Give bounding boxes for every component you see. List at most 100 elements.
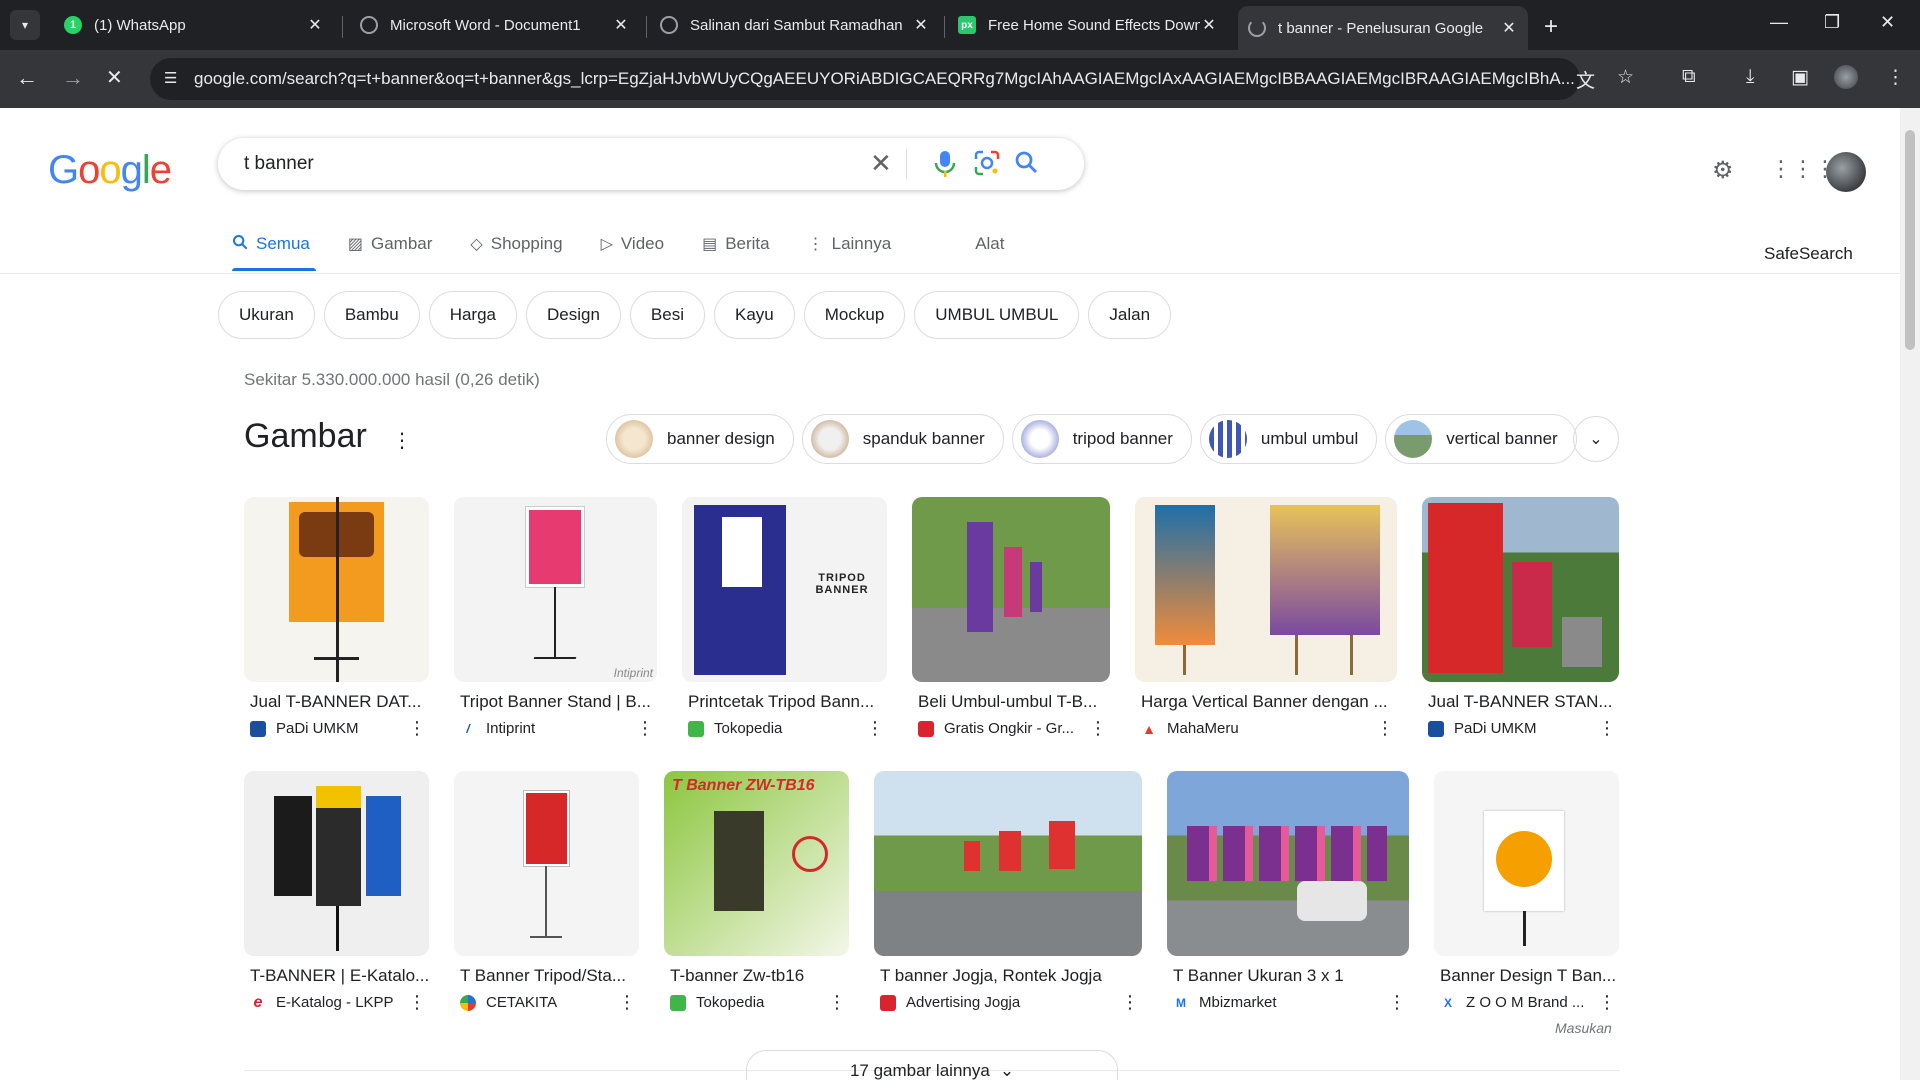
result-thumbnail[interactable] — [244, 497, 429, 682]
close-window-icon[interactable]: ✕ — [1880, 12, 1895, 33]
related-chip[interactable]: umbul umbul — [1199, 414, 1378, 464]
clear-icon[interactable]: ✕ — [870, 148, 892, 179]
google-logo[interactable]: Google — [48, 148, 172, 193]
result-title[interactable]: T banner Jogja, Rontek Jogja — [874, 966, 1142, 986]
url-text[interactable]: google.com/search?q=t+banner&oq=t+banner… — [194, 69, 1580, 89]
chip-jalan[interactable]: Jalan — [1088, 291, 1172, 339]
image-result[interactable]: T Banner Ukuran 3 x 1 M Mbizmarket ⋮ — [1167, 771, 1409, 1013]
browser-tab[interactable]: Salinan dari Sambut Ramadhan ✕ — [650, 6, 940, 44]
bookmark-star-icon[interactable]: ☆ — [1617, 66, 1634, 89]
result-title[interactable]: Harga Vertical Banner dengan ... — [1135, 692, 1397, 712]
expand-related-button[interactable]: ⌄ — [1573, 416, 1619, 462]
chip-besi[interactable]: Besi — [629, 291, 705, 339]
image-result[interactable]: T-BANNER | E-Katalo... e E-Katalog - LKP… — [244, 771, 429, 1013]
search-input[interactable]: t banner — [244, 153, 314, 175]
more-vert-icon[interactable]: ⋮ — [1387, 992, 1407, 1013]
close-tab-icon[interactable]: ✕ — [612, 15, 630, 35]
search-box[interactable]: t banner ✕ — [218, 138, 1084, 190]
result-title[interactable]: Jual T-BANNER STAN... — [1422, 692, 1619, 712]
more-vert-icon[interactable]: ⋮ — [407, 992, 427, 1013]
result-thumbnail[interactable] — [1422, 497, 1619, 682]
result-thumbnail[interactable]: T Banner ZW-TB16 — [664, 771, 849, 956]
image-result[interactable]: Harga Vertical Banner dengan ... ▲ MahaM… — [1135, 497, 1397, 739]
back-arrow-icon[interactable]: ← — [16, 65, 38, 91]
search-icon[interactable] — [1014, 150, 1038, 181]
result-title[interactable]: Banner Design T Ban... — [1434, 966, 1619, 986]
more-vert-icon[interactable]: ⋮ — [407, 718, 427, 739]
voice-search-icon[interactable] — [934, 150, 956, 185]
result-title[interactable]: T Banner Ukuran 3 x 1 — [1167, 966, 1409, 986]
result-title[interactable]: Tripot Banner Stand | B... — [454, 692, 657, 712]
close-tab-icon[interactable]: ✕ — [306, 15, 324, 35]
tab-news[interactable]: ▤ Berita — [702, 232, 770, 256]
chip-kayu[interactable]: Kayu — [714, 291, 795, 339]
chip-mockup[interactable]: Mockup — [803, 291, 906, 339]
result-thumbnail[interactable] — [244, 771, 429, 956]
image-result[interactable]: TRIPOD BANNER Printcetak Tripod Bann... T… — [682, 497, 887, 739]
image-result[interactable]: Jual T-BANNER DAT... PaDi UMKM ⋮ — [244, 497, 429, 739]
forward-arrow-icon[interactable]: → — [62, 65, 84, 91]
tab-search-button[interactable]: ▾ — [10, 10, 40, 40]
browser-tab-active[interactable]: t banner - Penelusuran Google ✕ — [1238, 6, 1528, 50]
result-title[interactable]: Jual T-BANNER DAT... — [244, 692, 429, 712]
browser-tab[interactable]: 1 (1) WhatsApp ✕ — [54, 6, 334, 44]
image-result[interactable]: T Banner Tripod/Sta... CETAKITA ⋮ — [454, 771, 639, 1013]
more-vert-icon[interactable]: ⋮ — [1597, 718, 1617, 739]
image-result[interactable]: Beli Umbul-umbul T-B... Gratis Ongkir - … — [912, 497, 1110, 739]
more-vert-icon[interactable]: ⋮ — [392, 428, 412, 453]
feedback-link[interactable]: Masukan — [1555, 1020, 1612, 1036]
more-vert-icon[interactable]: ⋮ — [635, 718, 655, 739]
lens-icon[interactable] — [974, 150, 1000, 183]
safesearch-button[interactable]: SafeSearch — [1764, 244, 1853, 264]
side-panel-icon[interactable]: ▣ — [1791, 66, 1809, 89]
image-result[interactable]: T banner Jogja, Rontek Jogja Advertising… — [874, 771, 1142, 1013]
extensions-icon[interactable]: ⧉ — [1682, 66, 1696, 88]
result-thumbnail[interactable]: Intiprint — [454, 497, 657, 682]
result-thumbnail[interactable] — [874, 771, 1142, 956]
chip-design[interactable]: Design — [526, 291, 621, 339]
tab-tools[interactable]: Alat — [975, 232, 1004, 256]
result-title[interactable]: Beli Umbul-umbul T-B... — [912, 692, 1110, 712]
translate-icon[interactable]: 文 — [1576, 66, 1595, 93]
more-vert-icon[interactable]: ⋮ — [827, 992, 847, 1013]
more-vert-icon[interactable]: ⋮ — [617, 992, 637, 1013]
more-vert-icon[interactable]: ⋮ — [865, 718, 885, 739]
image-result[interactable]: Intiprint Tripot Banner Stand | B... / I… — [454, 497, 657, 739]
close-tab-icon[interactable]: ✕ — [912, 15, 930, 35]
scrollbar-thumb[interactable] — [1905, 130, 1915, 350]
chip-harga[interactable]: Harga — [428, 291, 517, 339]
tab-images[interactable]: ▨ Gambar — [348, 232, 433, 256]
address-bar[interactable]: ☰ google.com/search?q=t+banner&oq=t+bann… — [150, 58, 1580, 100]
new-tab-icon[interactable]: + — [1544, 13, 1558, 41]
more-vert-icon[interactable]: ⋮ — [1088, 718, 1108, 739]
more-vert-icon[interactable]: ⋮ — [1120, 992, 1140, 1013]
browser-tab[interactable]: px Free Home Sound Effects Down ✕ — [948, 6, 1228, 44]
related-chip[interactable]: spanduk banner — [801, 414, 1004, 464]
download-icon[interactable]: ⤓ — [1746, 66, 1754, 88]
stop-loading-icon[interactable]: ✕ — [106, 65, 123, 90]
image-result[interactable]: T Banner ZW-TB16 T-banner Zw-tb16 Tokope… — [664, 771, 849, 1013]
result-title[interactable]: T-banner Zw-tb16 — [664, 966, 849, 986]
close-tab-icon[interactable]: ✕ — [1500, 18, 1518, 38]
result-thumbnail[interactable] — [1135, 497, 1397, 682]
related-chip[interactable]: tripod banner — [1011, 414, 1192, 464]
chip-bambu[interactable]: Bambu — [323, 291, 420, 339]
more-vert-icon[interactable]: ⋮ — [1375, 718, 1395, 739]
result-thumbnail[interactable] — [1434, 771, 1619, 956]
scrollbar[interactable] — [1900, 108, 1920, 1080]
related-chip[interactable]: banner design — [606, 414, 794, 464]
tab-all[interactable]: Semua — [232, 232, 310, 256]
settings-gear-icon[interactable]: ⚙ — [1712, 156, 1734, 185]
chrome-menu-icon[interactable]: ⋮ — [1886, 66, 1905, 89]
more-images-button[interactable]: 17 gambar lainnya ⌄ — [746, 1050, 1118, 1080]
tab-shopping[interactable]: ◇ Shopping — [470, 232, 562, 256]
site-info-icon[interactable]: ☰ — [164, 69, 177, 87]
close-tab-icon[interactable]: ✕ — [1200, 15, 1218, 35]
result-title[interactable]: T Banner Tripod/Sta... — [454, 966, 639, 986]
more-vert-icon[interactable]: ⋮ — [1597, 992, 1617, 1013]
result-title[interactable]: T-BANNER | E-Katalo... — [244, 966, 429, 986]
tab-more[interactable]: ⋮ Lainnya — [808, 232, 892, 256]
browser-tab[interactable]: Microsoft Word - Document1 ✕ — [350, 6, 640, 44]
minimize-icon[interactable]: — — [1770, 12, 1788, 33]
chip-umbul-umbul[interactable]: UMBUL UMBUL — [914, 291, 1080, 339]
